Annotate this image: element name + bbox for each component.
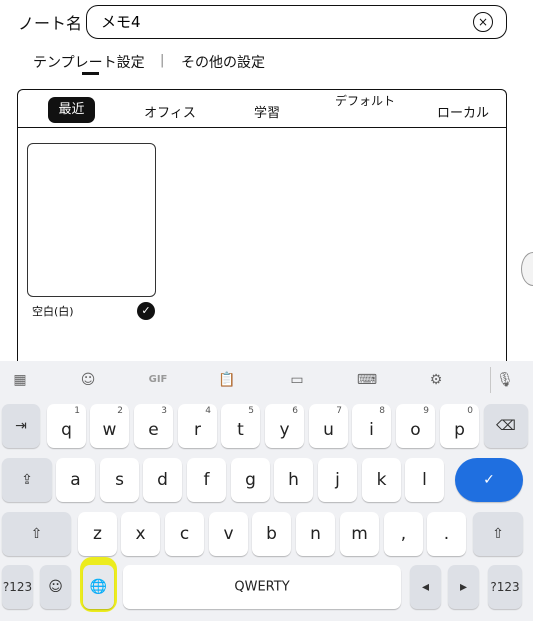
key-t[interactable]: 5t <box>221 404 260 448</box>
template-thumbnail-blank-white[interactable] <box>27 143 156 297</box>
note-name-input[interactable] <box>101 12 441 30</box>
cursor-right-key[interactable]: ▸ <box>448 565 479 609</box>
cursor-left-key[interactable]: ◂ <box>410 565 441 609</box>
key-s[interactable]: s <box>100 458 139 502</box>
tab-recent[interactable]: 最近 <box>48 97 95 123</box>
template-name: 空白(白) <box>32 305 74 318</box>
selected-check-icon: ✓ <box>137 302 155 320</box>
chevron-right-icon: ▸ <box>459 579 468 595</box>
key-w[interactable]: 2w <box>90 404 129 448</box>
key-m[interactable]: m <box>340 512 379 556</box>
key-l[interactable]: l <box>405 458 444 502</box>
clear-icon[interactable]: × <box>473 12 493 32</box>
tab-office[interactable]: オフィス <box>138 102 202 121</box>
keyboard-icon[interactable]: ⌨ <box>355 369 379 391</box>
other-settings-link[interactable]: その他の設定 <box>181 52 265 72</box>
note-name-field[interactable]: × <box>86 5 507 39</box>
key-p[interactable]: 0p <box>440 404 479 448</box>
key-comma[interactable]: , <box>384 512 423 556</box>
tab-default[interactable]: デフォルト <box>332 94 398 108</box>
side-handle[interactable] <box>521 252 533 286</box>
emoji-key[interactable]: ☺ <box>40 565 71 609</box>
key-j[interactable]: j <box>318 458 357 502</box>
link-separator: | <box>160 53 165 68</box>
key-i[interactable]: 8i <box>352 404 391 448</box>
key-x[interactable]: x <box>121 512 160 556</box>
symbols-key-left[interactable]: ?123 <box>2 565 33 609</box>
active-link-underline <box>82 72 99 75</box>
clipboard-icon[interactable]: 📋 <box>215 369 239 391</box>
mic-icon[interactable]: 🎙 <box>493 369 517 391</box>
key-v[interactable]: v <box>209 512 248 556</box>
gif-icon[interactable]: GIF <box>143 369 173 391</box>
translate-icon[interactable]: ▭ <box>285 369 309 391</box>
language-switch-key[interactable]: 🌐 <box>83 565 114 609</box>
key-a[interactable]: a <box>56 458 95 502</box>
toolbar-divider <box>490 367 491 393</box>
tab-key[interactable]: ⇥ <box>2 404 40 448</box>
shift-key-left[interactable]: ⇧ <box>2 512 71 556</box>
key-g[interactable]: g <box>231 458 270 502</box>
enter-key[interactable]: ✓ <box>455 458 523 502</box>
key-b[interactable]: b <box>252 512 291 556</box>
tab-study[interactable]: 学習 <box>245 102 289 121</box>
key-u[interactable]: 7u <box>309 404 348 448</box>
key-k[interactable]: k <box>362 458 401 502</box>
caps-key[interactable]: ⇪ <box>2 458 52 502</box>
key-z[interactable]: z <box>78 512 117 556</box>
key-e[interactable]: 3e <box>134 404 173 448</box>
emoji-icon: ☺ <box>48 579 63 595</box>
key-h[interactable]: h <box>274 458 313 502</box>
settings-icon[interactable]: ⚙ <box>424 369 448 391</box>
key-f[interactable]: f <box>187 458 226 502</box>
key-c[interactable]: c <box>165 512 204 556</box>
symbols-key-right[interactable]: ?123 <box>488 565 522 609</box>
note-name-label: ノート名 <box>18 14 83 33</box>
tab-local[interactable]: ローカル <box>430 102 496 121</box>
space-key[interactable]: QWERTY <box>123 565 401 609</box>
chevron-left-icon: ◂ <box>421 579 430 595</box>
key-y[interactable]: 6y <box>265 404 304 448</box>
key-r[interactable]: 4r <box>178 404 217 448</box>
globe-icon: 🌐 <box>89 579 108 595</box>
key-o[interactable]: 9o <box>396 404 435 448</box>
grid-icon[interactable]: ▦ <box>8 369 32 391</box>
key-q[interactable]: 1q <box>47 404 86 448</box>
backspace-key[interactable]: ⌫ <box>484 404 528 448</box>
key-period[interactable]: . <box>427 512 466 556</box>
template-settings-link[interactable]: テンプレート設定 <box>33 52 145 72</box>
sticker-icon[interactable]: ☺ <box>76 369 100 391</box>
key-d[interactable]: d <box>143 458 182 502</box>
shift-key-right[interactable]: ⇧ <box>473 512 523 556</box>
key-n[interactable]: n <box>296 512 335 556</box>
